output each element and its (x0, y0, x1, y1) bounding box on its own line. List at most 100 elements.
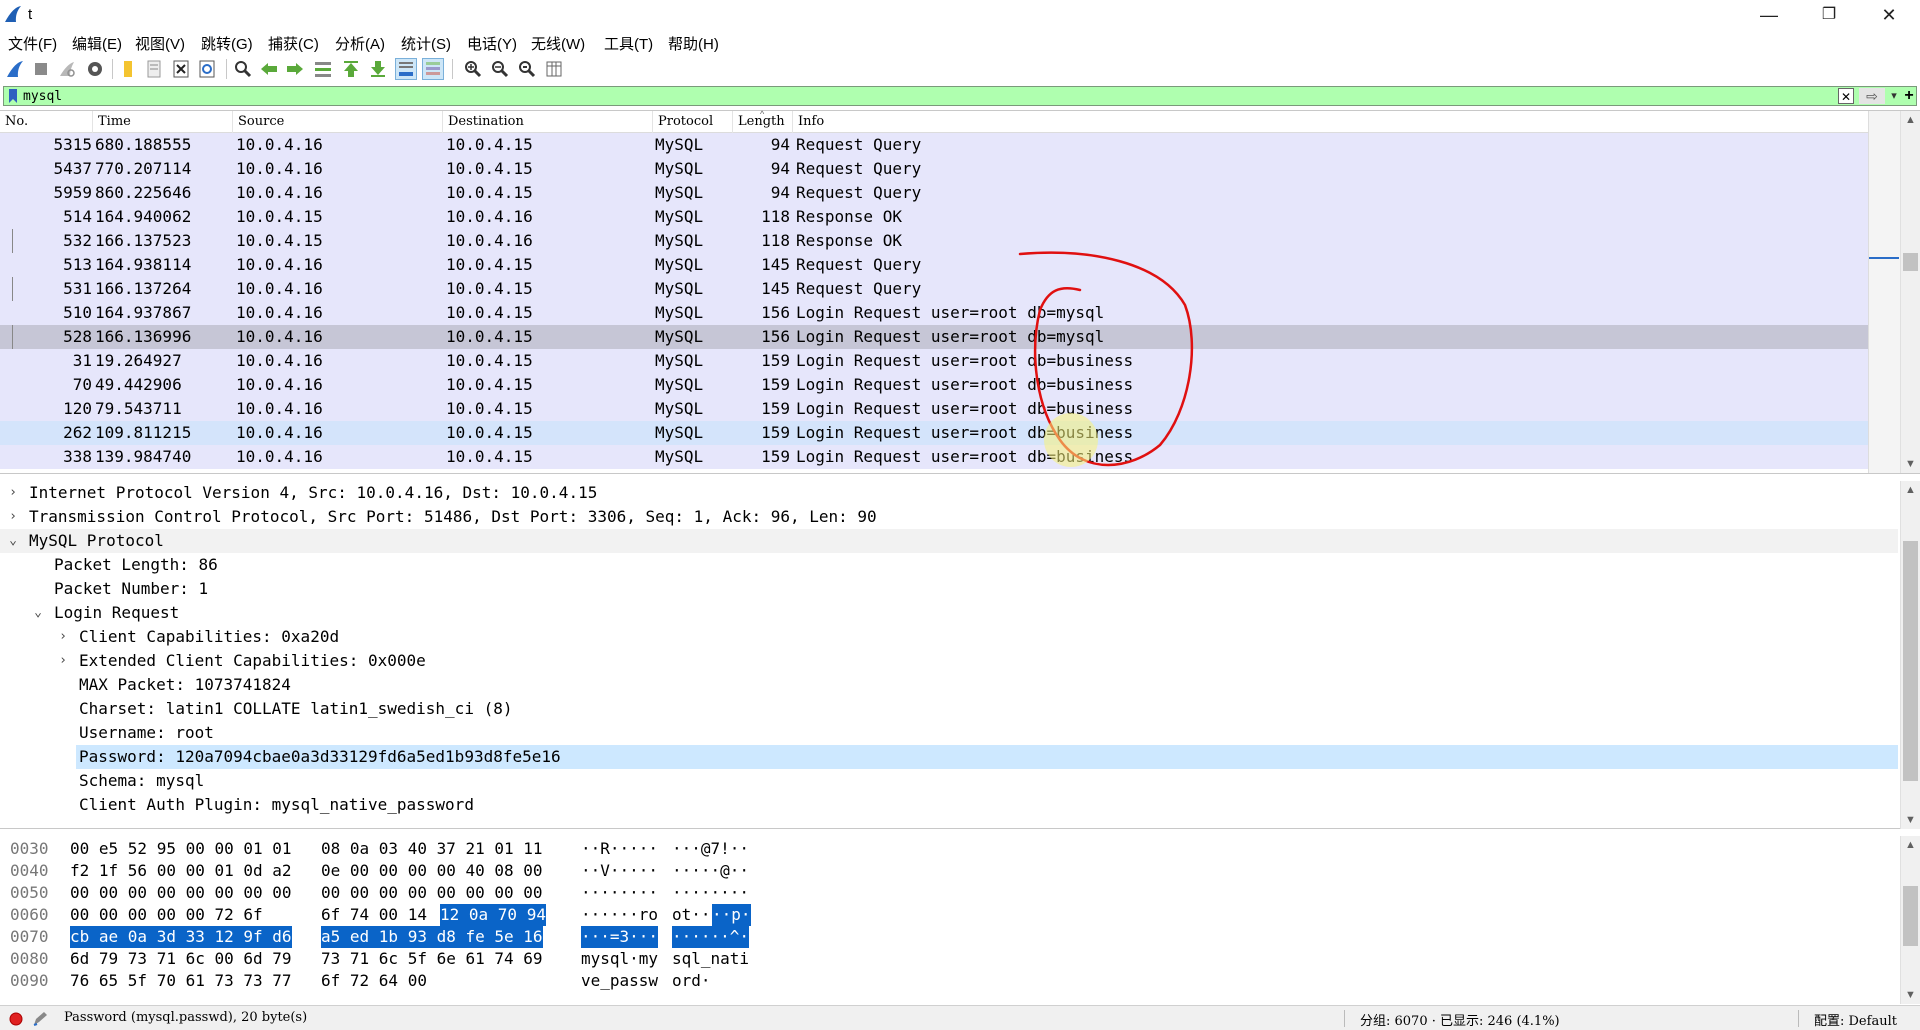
display-filter-input[interactable] (23, 87, 1823, 105)
open-file-icon[interactable] (117, 58, 139, 80)
menu-telephony[interactable]: 电话(Y) (467, 33, 517, 54)
clear-filter-icon[interactable]: ✕ (1838, 88, 1854, 104)
capture-comment-icon[interactable] (32, 1011, 48, 1027)
packet-row[interactable]: 532 166.137523 10.0.4.15 10.0.4.16 MySQL 118 R… (0, 229, 1868, 253)
packet-row[interactable]: 531 166.137264 10.0.4.16 10.0.4.15 MySQL 145 R… (0, 277, 1868, 301)
go-back-icon[interactable] (258, 58, 280, 80)
packet-row[interactable]: 338 139.984740 10.0.4.16 10.0.4.15 MySQL 159 L… (0, 445, 1868, 469)
auto-scroll-icon[interactable] (395, 58, 417, 80)
colorize-icon[interactable] (422, 58, 444, 80)
collapse-arrow-icon[interactable]: ⌄ (6, 529, 20, 553)
tree-item-username[interactable]: Username: root (0, 721, 1898, 745)
stop-capture-icon[interactable] (30, 58, 52, 80)
restart-capture-icon[interactable] (56, 58, 78, 80)
tree-item-extended-capabilities[interactable]: › Extended Client Capabilities: 0x000e (0, 649, 1898, 673)
menu-capture[interactable]: 捕获(C) (268, 33, 319, 54)
expand-arrow-icon[interactable]: › (56, 625, 70, 649)
expand-arrow-icon[interactable]: › (56, 649, 70, 673)
column-header-no[interactable]: No. (0, 111, 93, 133)
hex-row[interactable]: 0050 00 00 00 00 00 00 00 00 00 00 00 00 0… (0, 882, 1898, 904)
minimize-button[interactable]: — (1740, 0, 1798, 30)
scrollbar-thumb[interactable] (1903, 541, 1918, 781)
tree-item-mysql[interactable]: ⌄ MySQL Protocol (0, 529, 1898, 553)
go-first-icon[interactable] (340, 58, 362, 80)
column-header-source[interactable]: Source (233, 111, 443, 133)
tree-item-ipv4[interactable]: › Internet Protocol Version 4, Src: 10.0.… (0, 481, 1898, 505)
menu-help[interactable]: 帮助(H) (668, 33, 719, 54)
packet-row[interactable]: 31 19.264927 10.0.4.16 10.0.4.15 MySQL 159 Log… (0, 349, 1868, 373)
go-to-packet-icon[interactable] (312, 58, 334, 80)
menu-tools[interactable]: 工具(T) (604, 33, 653, 54)
column-header-time[interactable]: Time (93, 111, 233, 133)
bytes-scrollbar[interactable]: ▲ ▼ (1900, 836, 1920, 1004)
restore-button[interactable]: ❐ (1800, 0, 1858, 30)
menu-statistics[interactable]: 统计(S) (401, 33, 451, 54)
scroll-down-icon[interactable]: ▼ (1901, 986, 1920, 1004)
menu-edit[interactable]: 编辑(E) (72, 33, 122, 54)
find-packet-icon[interactable] (232, 58, 254, 80)
reload-file-icon[interactable] (196, 58, 218, 80)
packet-row[interactable]: 70 49.442906 10.0.4.16 10.0.4.15 MySQL 159 Log… (0, 373, 1868, 397)
packet-row[interactable]: 5959 860.225646 10.0.4.16 10.0.4.15 MySQL 94 R… (0, 181, 1868, 205)
packet-row[interactable]: 510 164.937867 10.0.4.16 10.0.4.15 MySQL 156 L… (0, 301, 1868, 325)
capture-options-icon[interactable] (84, 58, 106, 80)
close-window-button[interactable]: ✕ (1860, 0, 1918, 30)
tree-item-auth-plugin[interactable]: Client Auth Plugin: mysql_native_passwor… (0, 793, 1898, 817)
packet-row[interactable]: 513 164.938114 10.0.4.16 10.0.4.15 MySQL 145 R… (0, 253, 1868, 277)
resize-columns-icon[interactable] (543, 58, 565, 80)
packet-row[interactable]: 5315 680.188555 10.0.4.16 10.0.4.15 MySQL 94 R… (0, 133, 1868, 157)
tree-item-charset[interactable]: Charset: latin1 COLLATE latin1_swedish_c… (0, 697, 1898, 721)
column-header-protocol[interactable]: Protocol (653, 111, 733, 133)
scroll-up-icon[interactable]: ▲ (1901, 111, 1920, 129)
packet-row[interactable]: 5437 770.207114 10.0.4.16 10.0.4.15 MySQL 94 R… (0, 157, 1868, 181)
expert-info-error-icon[interactable] (9, 1012, 23, 1026)
packet-row-hovered[interactable]: 262 109.811215 10.0.4.16 10.0.4.15 MySQL 159 L… (0, 421, 1868, 445)
column-header-destination[interactable]: Destination (443, 111, 653, 133)
scroll-down-icon[interactable]: ▼ (1901, 455, 1920, 473)
menu-wireless[interactable]: 无线(W) (531, 33, 585, 54)
details-scrollbar[interactable]: ▲ ▼ (1900, 481, 1920, 829)
tree-item-password-selected[interactable]: Password: 120a7094cbae0a3d33129fd6a5ed1b… (76, 745, 1898, 769)
scroll-up-icon[interactable]: ▲ (1901, 481, 1920, 499)
tree-item-packet-length[interactable]: Packet Length: 86 (0, 553, 1898, 577)
filter-bookmark-icon[interactable] (6, 88, 20, 104)
scrollbar-thumb[interactable] (1903, 886, 1918, 946)
hex-row[interactable]: 0030 00 e5 52 95 00 00 01 01 08 0a 03 40 3… (0, 838, 1898, 860)
tree-item-tcp[interactable]: › Transmission Control Protocol, Src Port… (0, 505, 1898, 529)
go-last-icon[interactable] (367, 58, 389, 80)
menu-analyze[interactable]: 分析(A) (335, 33, 385, 54)
menu-go[interactable]: 跳转(G) (201, 33, 253, 54)
packet-row[interactable]: 514 164.940062 10.0.4.15 10.0.4.16 MySQL 118 R… (0, 205, 1868, 229)
tree-item-packet-number[interactable]: Packet Number: 1 (0, 577, 1898, 601)
hex-row[interactable]: 0090 76 65 5f 70 61 73 73 77 6f 72 64 00 ve… (0, 970, 1898, 992)
close-file-icon[interactable] (170, 58, 192, 80)
filter-history-dropdown[interactable]: ▾ (1888, 88, 1900, 104)
tree-item-client-capabilities[interactable]: › Client Capabilities: 0xa20d (0, 625, 1898, 649)
apply-filter-icon[interactable]: ⇨ (1859, 88, 1885, 104)
hex-row[interactable]: 0040 f2 1f 56 00 00 01 0d a2 0e 00 00 00 0… (0, 860, 1898, 882)
add-filter-button[interactable]: + (1902, 88, 1916, 104)
expand-arrow-icon[interactable]: › (6, 481, 20, 505)
hex-row[interactable]: 0070 cb ae 0a 3d 33 12 9f d6 a5 ed 1b 93 d… (0, 926, 1898, 948)
zoom-out-icon[interactable] (489, 58, 511, 80)
menu-file[interactable]: 文件(F) (8, 33, 57, 54)
normal-size-icon[interactable] (516, 58, 538, 80)
zoom-in-icon[interactable] (462, 58, 484, 80)
column-header-info[interactable]: Info (793, 111, 1902, 133)
packet-row[interactable]: 120 79.543711 10.0.4.16 10.0.4.15 MySQL 159 Lo… (0, 397, 1868, 421)
tree-item-schema[interactable]: Schema: mysql (0, 769, 1898, 793)
hex-row[interactable]: 0080 6d 79 73 71 6c 00 6d 79 73 71 6c 5f 6… (0, 948, 1898, 970)
go-forward-icon[interactable] (284, 58, 306, 80)
collapse-arrow-icon[interactable]: ⌄ (31, 601, 45, 625)
hex-row[interactable]: 0060 00 00 00 00 00 72 6f 6f 74 00 14 12 0a… (0, 904, 1898, 926)
save-file-icon[interactable] (143, 58, 165, 80)
scrollbar-thumb[interactable] (1903, 253, 1918, 271)
scroll-up-icon[interactable]: ▲ (1901, 836, 1920, 854)
tree-item-max-packet[interactable]: MAX Packet: 1073741824 (0, 673, 1898, 697)
status-profile[interactable]: 配置: Default (1814, 1010, 1897, 1029)
tree-item-login-request[interactable]: ⌄ Login Request (0, 601, 1898, 625)
packet-row-selected[interactable]: 528 166.136996 10.0.4.16 10.0.4.15 MySQL 156 L… (0, 325, 1868, 349)
packet-minimap[interactable] (1868, 111, 1900, 473)
start-capture-icon[interactable] (4, 58, 26, 80)
menu-view[interactable]: 视图(V) (135, 33, 185, 54)
